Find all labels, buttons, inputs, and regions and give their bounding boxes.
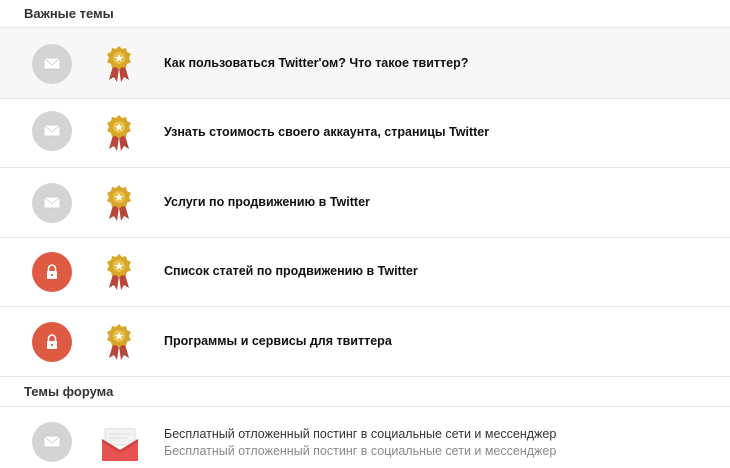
lock-icon (32, 252, 72, 292)
topic-row[interactable]: Список статей по продвижению в Twitter (0, 238, 730, 307)
topic-row[interactable]: Бесплатный отложенный постинг в социальн… (0, 407, 730, 468)
award-ribbon-icon (107, 115, 131, 151)
topic-title-link[interactable]: Как пользоваться Twitter'ом? Что такое т… (164, 56, 468, 70)
red-envelope-icon (102, 428, 138, 461)
envelope-icon (32, 183, 72, 223)
topic-title-link[interactable]: Узнать стоимость своего аккаунта, страни… (164, 125, 489, 139)
important-topics-header: Важные темы (0, 0, 730, 28)
topic-title-link[interactable]: Услуги по продвижению в Twitter (164, 195, 370, 209)
award-ribbon-icon (107, 324, 131, 360)
topic-title-link[interactable]: Программы и сервисы для твиттера (164, 334, 392, 348)
envelope-icon (32, 111, 72, 151)
award-ribbon-icon (107, 254, 131, 290)
topic-row[interactable]: Услуги по продвижению в Twitter (0, 168, 730, 238)
topic-title-link[interactable]: Бесплатный отложенный постинг в социальн… (164, 427, 556, 441)
topic-subtitle: Бесплатный отложенный постинг в социальн… (164, 444, 557, 458)
topic-row[interactable]: Как пользоваться Twitter'ом? Что такое т… (0, 28, 730, 99)
topic-title-link[interactable]: Список статей по продвижению в Twitter (164, 264, 418, 278)
lock-icon (32, 322, 72, 362)
envelope-icon (32, 422, 72, 462)
award-ribbon-icon (107, 185, 131, 221)
award-ribbon-icon (107, 46, 131, 82)
forum-topics-header: Темы форума (0, 377, 730, 407)
envelope-icon (32, 44, 72, 84)
topic-row[interactable]: Программы и сервисы для твиттера (0, 307, 730, 377)
topic-row[interactable]: Узнать стоимость своего аккаунта, страни… (0, 99, 730, 168)
